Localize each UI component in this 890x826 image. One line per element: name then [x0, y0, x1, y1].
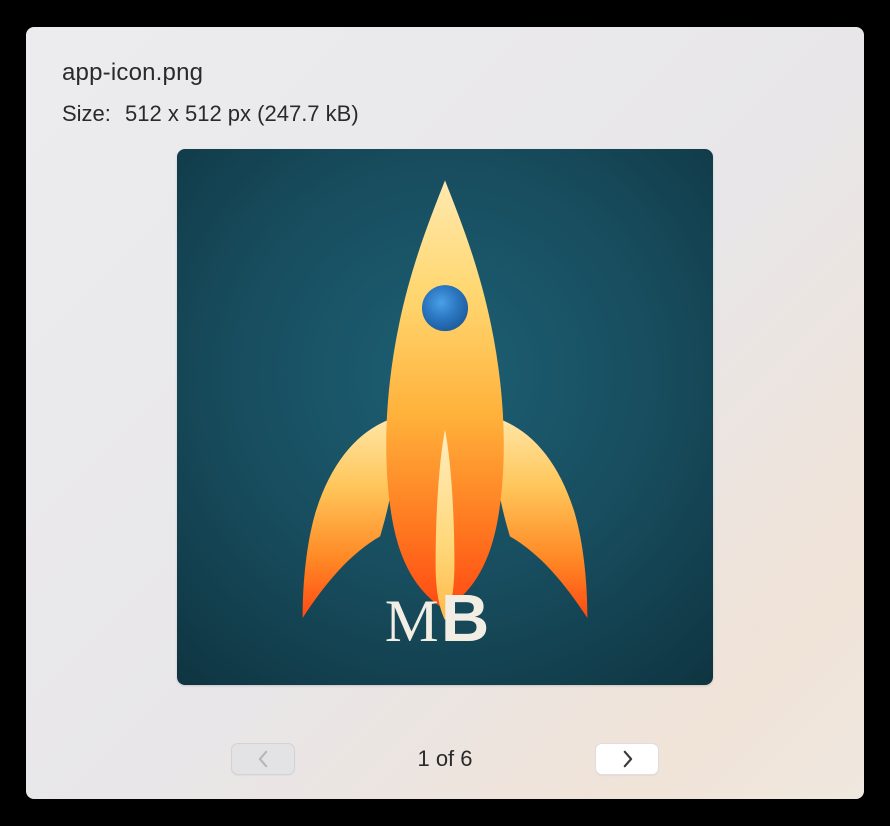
file-filesize: (247.7 kB): [257, 101, 359, 126]
preview-area: M B: [62, 149, 828, 729]
rocket-icon: M B: [177, 149, 713, 685]
next-button[interactable]: [595, 743, 659, 775]
file-name: app-icon.png: [62, 59, 828, 87]
chevron-right-icon: [621, 750, 634, 768]
badge-m: M: [385, 588, 439, 655]
size-label: Size:: [62, 101, 111, 126]
file-size-line: Size: 512 x 512 px (247.7 kB): [62, 101, 828, 127]
quicklook-panel: app-icon.png Size: 512 x 512 px (247.7 k…: [26, 27, 864, 799]
file-dimensions: 512 x 512 px: [125, 101, 251, 126]
badge-b: B: [441, 581, 489, 656]
previous-button[interactable]: [231, 743, 295, 775]
image-preview: M B: [177, 149, 713, 685]
chevron-left-icon: [257, 750, 270, 768]
page-indicator: 1 of 6: [405, 746, 485, 772]
pager: 1 of 6: [62, 729, 828, 775]
